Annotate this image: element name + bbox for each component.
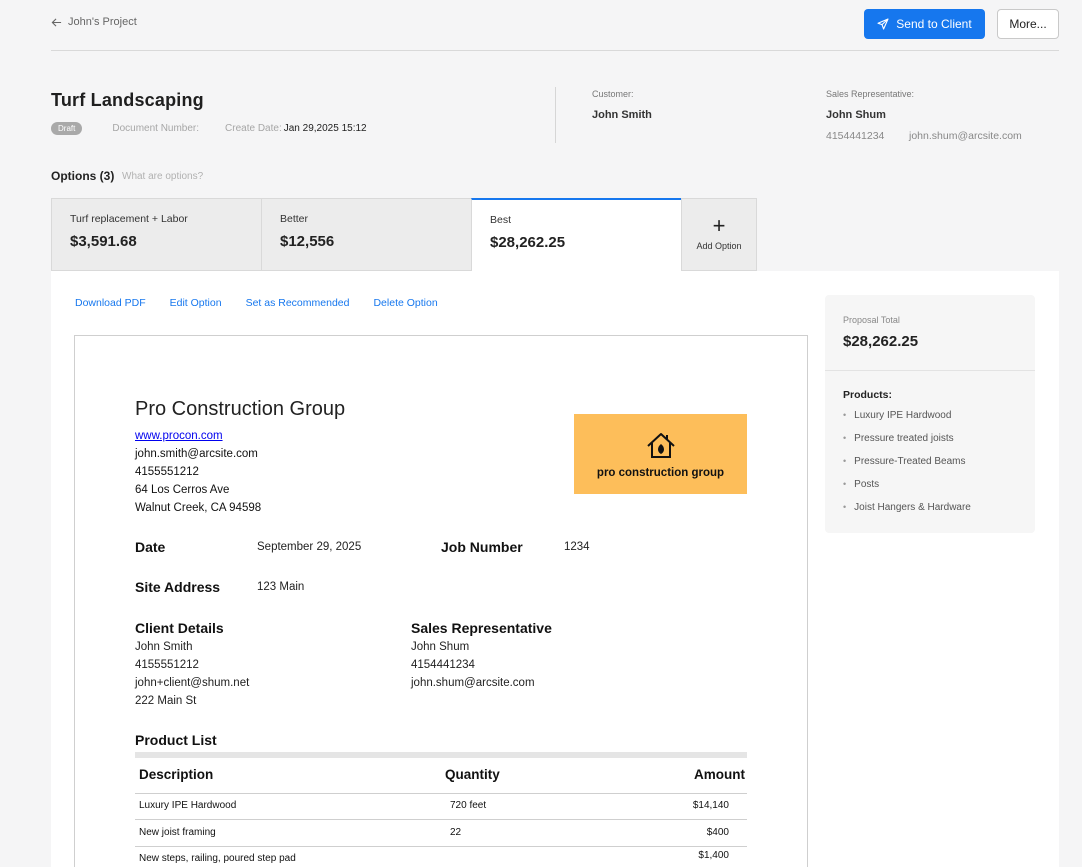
house-leaf-icon xyxy=(646,433,675,458)
set-recommended-link[interactable]: Set as Recommended xyxy=(246,297,350,309)
company-logo: pro construction group xyxy=(574,414,747,494)
job-number-label: Job Number xyxy=(441,539,523,555)
option-tab-price: $3,591.68 xyxy=(70,233,137,250)
sales-rep-phone: 4154441234 xyxy=(826,130,885,142)
company-website-link[interactable]: www.procon.com xyxy=(135,430,223,442)
row-2-amount: $400 xyxy=(706,827,729,838)
option-tab-3[interactable]: Best $28,262.25 xyxy=(471,198,681,271)
proposal-total-label: Proposal Total xyxy=(843,315,900,325)
col-description: Description xyxy=(139,767,214,782)
table-divider xyxy=(135,793,747,794)
add-option-button[interactable]: + Add Option xyxy=(681,198,757,271)
products-list: Luxury IPE Hardwood Pressure treated joi… xyxy=(843,410,971,525)
company-email: john.smith@arcsite.com xyxy=(135,448,258,460)
sales-rep-section-label: Sales Representative xyxy=(411,620,552,636)
summary-divider xyxy=(825,370,1035,371)
paper-plane-icon xyxy=(877,18,889,30)
options-heading: Options (3) xyxy=(51,169,115,183)
row-2-quantity: 22 xyxy=(450,827,462,838)
option-tab-1[interactable]: Turf replacement + Labor $3,591.68 xyxy=(51,198,261,271)
list-item: Joist Hangers & Hardware xyxy=(843,502,971,525)
row-2-description: New joist framing xyxy=(139,827,216,838)
document-meta: Draft Document Number: Create Date: Jan … xyxy=(51,122,367,135)
customer-name: John Smith xyxy=(592,109,652,121)
option-tab-2[interactable]: Better $12,556 xyxy=(261,198,471,271)
plus-icon: + xyxy=(712,213,726,238)
company-name: Pro Construction Group xyxy=(135,398,346,420)
customer-label: Customer: xyxy=(592,89,634,99)
edit-option-link[interactable]: Edit Option xyxy=(170,297,222,309)
client-address: 222 Main St xyxy=(135,695,197,707)
table-divider xyxy=(135,819,747,820)
delete-option-link[interactable]: Delete Option xyxy=(373,297,437,309)
add-option-label: Add Option xyxy=(696,241,742,251)
row-3-amount: $1,400 xyxy=(698,850,729,861)
row-3-description: New steps, railing, poured step pad xyxy=(139,853,296,864)
client-phone: 4155551212 xyxy=(135,659,199,671)
option-panel: Download PDF Edit Option Set as Recommen… xyxy=(51,271,1059,867)
row-1-description: Luxury IPE Hardwood xyxy=(139,800,237,811)
option-tab-price: $28,262.25 xyxy=(490,234,566,251)
sales-rep-name: John Shum xyxy=(826,109,886,121)
proposal-total-value: $28,262.25 xyxy=(843,333,919,350)
document-number-label: Document Number: xyxy=(112,123,200,134)
create-date-value: Jan 29,2025 15:12 xyxy=(283,123,367,134)
status-badge: Draft xyxy=(51,122,83,135)
download-pdf-link[interactable]: Download PDF xyxy=(75,297,146,309)
products-label: Products: xyxy=(843,389,893,401)
date-label: Date xyxy=(135,539,166,555)
client-details-label: Client Details xyxy=(135,620,224,636)
product-list-label: Product List xyxy=(135,732,217,748)
back-link[interactable]: John's Project xyxy=(51,16,137,28)
list-item: Luxury IPE Hardwood xyxy=(843,410,971,433)
arrow-left-icon xyxy=(51,17,62,27)
company-phone: 4155551212 xyxy=(135,466,199,478)
list-item: Pressure treated joists xyxy=(843,433,971,456)
company-address-line1: 64 Los Cerros Ave xyxy=(135,484,230,496)
list-item: Pressure-Treated Beams xyxy=(843,456,971,479)
rep-phone: 4154441234 xyxy=(411,659,475,671)
option-tab-price: $12,556 xyxy=(280,233,335,250)
rep-email: john.shum@arcsite.com xyxy=(411,677,535,689)
option-tab-label: Turf replacement + Labor xyxy=(70,213,188,225)
option-actions: Download PDF Edit Option Set as Recommen… xyxy=(75,297,438,309)
more-button[interactable]: More... xyxy=(997,9,1059,39)
client-name: John Smith xyxy=(135,641,193,653)
site-address-label: Site Address xyxy=(135,579,221,595)
col-quantity: Quantity xyxy=(445,767,500,782)
create-date-label: Create Date: xyxy=(225,123,282,134)
date-value: September 29, 2025 xyxy=(257,541,362,553)
table-divider xyxy=(135,846,747,847)
proposal-preview: Pro Construction Group www.procon.com jo… xyxy=(74,335,808,867)
option-tabs: Turf replacement + Labor $3,591.68 Bette… xyxy=(51,198,757,271)
send-label: Send to Client xyxy=(896,17,972,31)
logo-text: pro construction group xyxy=(596,467,725,479)
sales-rep-email: john.shum@arcsite.com xyxy=(909,130,1022,142)
header-divider xyxy=(555,87,556,143)
options-help-link[interactable]: What are options? xyxy=(122,171,203,182)
sales-rep-label: Sales Representative: xyxy=(826,89,915,99)
send-to-client-button[interactable]: Send to Client xyxy=(864,9,985,39)
row-1-amount: $14,140 xyxy=(692,800,729,811)
list-item: Posts xyxy=(843,479,971,502)
col-amount: Amount xyxy=(694,767,745,782)
rep-name: John Shum xyxy=(411,641,470,653)
job-number-value: 1234 xyxy=(564,541,590,553)
client-email: john+client@shum.net xyxy=(135,677,250,689)
option-tab-label: Best xyxy=(490,214,512,226)
product-list-bar xyxy=(135,752,747,758)
page-title: Turf Landscaping xyxy=(51,90,204,110)
row-1-quantity: 720 feet xyxy=(450,800,487,811)
site-address-value: 123 Main xyxy=(257,581,305,593)
company-address-line2: Walnut Creek, CA 94598 xyxy=(135,502,262,514)
option-tab-label: Better xyxy=(280,213,309,225)
back-label: John's Project xyxy=(68,16,137,28)
proposal-summary: Proposal Total $28,262.25 Products: Luxu… xyxy=(825,295,1035,533)
top-bar: John's Project Send to Client More... xyxy=(51,0,1059,51)
